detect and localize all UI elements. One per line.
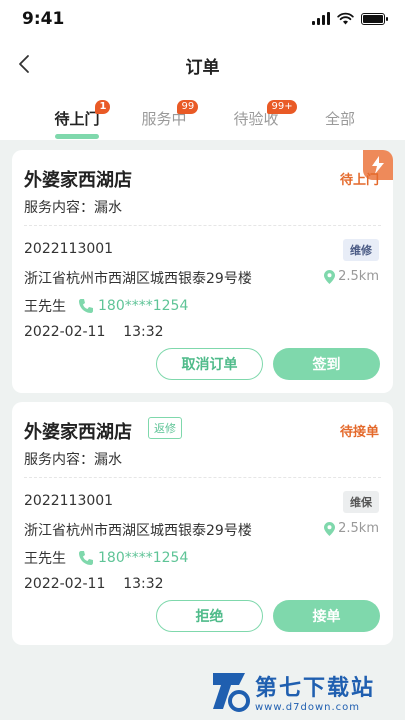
shop-name: 外婆家西湖店 bbox=[24, 170, 132, 191]
appointment-date: 2022-02-11 bbox=[24, 576, 106, 592]
status-icons bbox=[312, 12, 388, 25]
status-bar: 9:41 bbox=[0, 0, 405, 40]
watermark-logo-icon bbox=[213, 673, 250, 712]
tab-label: 全部 bbox=[324, 110, 355, 128]
tab-pending-acceptance[interactable]: 待验收 99+ bbox=[216, 98, 297, 140]
order-status: 待接单 bbox=[339, 425, 379, 440]
service-content: 服务内容：漏水 bbox=[24, 200, 122, 216]
phone-icon[interactable] bbox=[78, 550, 94, 566]
tab-badge: 99+ bbox=[267, 100, 297, 114]
order-number: 2022113001 bbox=[24, 493, 114, 509]
header: 9:41 订单 待上门 1 服务中 99 待验收 99+ 全部 bbox=[0, 0, 405, 140]
reject-button[interactable]: 拒绝 bbox=[156, 600, 263, 632]
service-type-tag: 维保 bbox=[343, 491, 379, 513]
watermark-url: www.d7down.com bbox=[255, 701, 361, 713]
contact-name: 王先生 bbox=[24, 299, 66, 315]
cancel-order-button[interactable]: 取消订单 bbox=[156, 348, 263, 380]
watermark: 第七下载站 www.d7down.com bbox=[209, 666, 399, 716]
tab-label: 待上门 bbox=[54, 110, 100, 128]
distance[interactable]: 2.5km bbox=[324, 521, 379, 536]
service-content: 服务内容：漏水 bbox=[24, 452, 122, 468]
tab-badge: 1 bbox=[95, 100, 111, 114]
watermark-name: 第七下载站 bbox=[255, 675, 376, 701]
check-in-button[interactable]: 签到 bbox=[273, 348, 380, 380]
contact: 王先生 180****1254 bbox=[24, 296, 188, 316]
appointment-time: 2022-02-11 13:32 bbox=[24, 324, 164, 340]
order-card[interactable]: 外婆家西湖店 待上门 服务内容：漏水 2022113001 维修 浙江省杭州市西… bbox=[12, 150, 393, 393]
address: 浙江省杭州市西湖区城西银泰29号楼 bbox=[24, 271, 252, 287]
tab-all[interactable]: 全部 bbox=[300, 98, 380, 140]
distance-value: 2.5km bbox=[338, 269, 379, 284]
battery-icon bbox=[361, 12, 388, 25]
wifi-icon bbox=[337, 12, 354, 25]
order-card[interactable]: 外婆家西湖店 返修 待接单 服务内容：漏水 2022113001 维保 浙江省杭… bbox=[12, 402, 393, 645]
appointment-clock: 13:32 bbox=[123, 576, 164, 592]
location-pin-icon bbox=[324, 521, 336, 536]
tab-badge: 99 bbox=[177, 100, 199, 114]
status-time: 9:41 bbox=[22, 9, 65, 29]
nav-bar: 订单 bbox=[0, 44, 405, 84]
phone-number[interactable]: 180****1254 bbox=[98, 550, 188, 566]
appointment-time: 2022-02-11 13:32 bbox=[24, 576, 164, 592]
rework-tag: 返修 bbox=[148, 417, 182, 439]
phone-icon[interactable] bbox=[78, 298, 94, 314]
service-type-tag: 维修 bbox=[343, 239, 379, 261]
active-tab-indicator bbox=[55, 134, 99, 139]
phone-number[interactable]: 180****1254 bbox=[98, 298, 188, 314]
page-title: 订单 bbox=[185, 58, 220, 78]
order-status: 待上门 bbox=[339, 173, 379, 188]
distance[interactable]: 2.5km bbox=[324, 269, 379, 284]
divider bbox=[24, 225, 381, 226]
appointment-clock: 13:32 bbox=[123, 324, 164, 340]
shop-name: 外婆家西湖店 bbox=[24, 422, 132, 443]
appointment-date: 2022-02-11 bbox=[24, 324, 106, 340]
address: 浙江省杭州市西湖区城西银泰29号楼 bbox=[24, 523, 252, 539]
contact-name: 王先生 bbox=[24, 551, 66, 567]
cellular-signal-icon bbox=[312, 12, 330, 25]
location-pin-icon bbox=[324, 269, 336, 284]
order-tabs: 待上门 1 服务中 99 待验收 99+ 全部 bbox=[0, 98, 405, 140]
contact: 王先生 180****1254 bbox=[24, 548, 188, 568]
accept-order-button[interactable]: 接单 bbox=[273, 600, 380, 632]
tab-in-service[interactable]: 服务中 99 bbox=[124, 98, 204, 140]
divider bbox=[24, 477, 381, 478]
order-number: 2022113001 bbox=[24, 241, 114, 257]
distance-value: 2.5km bbox=[338, 521, 379, 536]
